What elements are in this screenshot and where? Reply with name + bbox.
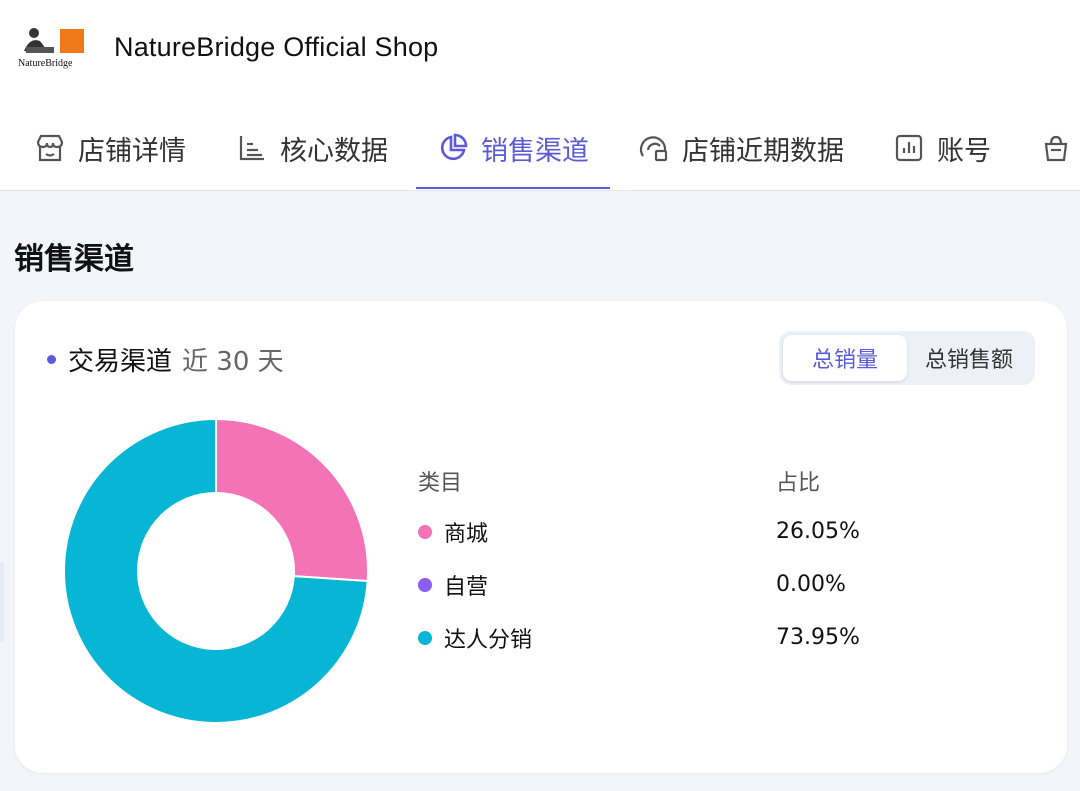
legend-row-mall: 商城 26.05% [418,505,1018,558]
legend-label: 商城 [444,521,489,547]
tab-recent-data[interactable]: 店铺近期数据 [638,105,844,191]
tab-bar: 店铺详情 核心数据 销售渠道 店铺近期数据 账号 [0,105,1080,191]
brand: NatureBridge NatureBridge Official Shop [16,22,438,72]
tab-sales-channels[interactable]: 销售渠道 [437,105,589,191]
active-tab-indicator [416,187,610,189]
legend-table: 类目 占比 商城 26.05% 自营 0.00% 达人分销 73.95% [418,465,1018,664]
tab-more[interactable] [1040,105,1080,191]
bar-chart-icon [236,132,268,164]
account-chart-icon [893,132,925,164]
legend-dot [418,524,432,539]
legend-label: 自营 [444,574,489,600]
legend-value: 26.05% [776,519,860,544]
legend-label: 达人分销 [444,627,533,653]
metric-toggle: 总销量 总销售额 [779,331,1035,385]
card-period: 近 30 天 [182,347,284,377]
tab-label: 账号 [937,135,991,167]
legend-row-creator-distribution: 达人分销 73.95% [418,611,1018,664]
toggle-total-sales[interactable]: 总销售额 [907,335,1031,381]
donut-chart [63,417,369,724]
tab-label: 店铺近期数据 [682,135,844,167]
legend-header: 类目 占比 [418,465,1018,505]
svg-text:NatureBridge: NatureBridge [18,58,73,69]
tab-label: 核心数据 [280,135,388,167]
analytics-icon [638,132,670,164]
shopping-bag-icon [1040,132,1072,164]
sales-channel-card: 交易渠道 近 30 天 总销量 总销售额 类目 占比 商城 26.05% 自营 … [15,301,1067,773]
slice-mall[interactable] [215,417,369,583]
side-scroll-handle[interactable] [0,562,4,642]
legend-dot [418,577,432,592]
legend-dot [418,630,432,645]
shop-name: NatureBridge Official Shop [114,31,439,62]
legend-row-self-operated: 自营 0.00% [418,558,1018,611]
legend-value: 0.00% [776,572,846,597]
card-header: 交易渠道 近 30 天 [47,341,284,378]
tab-account[interactable]: 账号 [893,105,991,191]
legend-value: 73.95% [776,625,860,650]
title-dot [47,355,56,364]
tab-label: 销售渠道 [481,135,589,167]
card-title: 交易渠道 [68,347,173,377]
legend-col-category: 类目 [418,471,463,496]
tab-store-details[interactable]: 店铺详情 [34,105,186,191]
shop-header: NatureBridge NatureBridge Official Shop … [0,0,1080,191]
tab-core-data[interactable]: 核心数据 [236,105,388,191]
section-title: 销售渠道 [14,242,134,277]
toggle-total-volume[interactable]: 总销量 [783,335,907,381]
store-icon [34,132,66,164]
pie-chart-icon [437,132,469,164]
shop-logo: NatureBridge [16,23,88,71]
tab-label: 店铺详情 [78,135,186,167]
legend-col-share: 占比 [776,471,821,496]
